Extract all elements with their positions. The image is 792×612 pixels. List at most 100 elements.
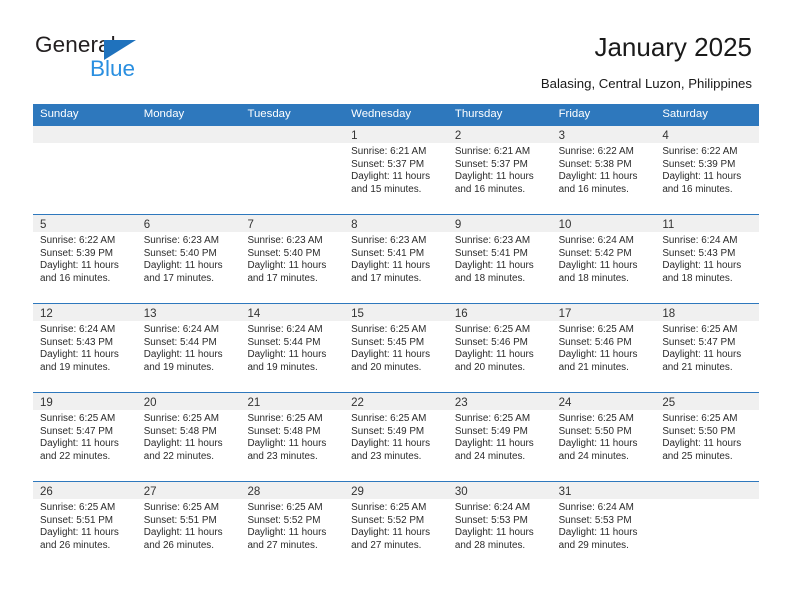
daylight-text-line1: Daylight: 11 hours bbox=[351, 527, 431, 539]
page-subtitle: Balasing, Central Luzon, Philippines bbox=[540, 76, 752, 91]
day-details: Sunrise: 6:25 AM Sunset: 5:47 PM Dayligh… bbox=[33, 410, 137, 463]
day-cell[interactable]: 18 Sunrise: 6:25 AM Sunset: 5:47 PM Dayl… bbox=[655, 304, 760, 392]
day-number: 16 bbox=[454, 308, 468, 320]
day-cell[interactable]: 27 Sunrise: 6:25 AM Sunset: 5:51 PM Dayl… bbox=[136, 482, 241, 570]
day-cell[interactable]: 21 Sunrise: 6:25 AM Sunset: 5:48 PM Dayl… bbox=[240, 393, 345, 481]
day-cell[interactable]: 12 Sunrise: 6:24 AM Sunset: 5:43 PM Dayl… bbox=[33, 304, 137, 392]
day-details: Sunrise: 6:22 AM Sunset: 5:38 PM Dayligh… bbox=[552, 143, 656, 196]
daylight-text-line1: Daylight: 11 hours bbox=[247, 527, 327, 539]
week-row: 5 Sunrise: 6:22 AM Sunset: 5:39 PM Dayli… bbox=[33, 214, 760, 303]
day-cell[interactable]: 30 Sunrise: 6:24 AM Sunset: 5:53 PM Dayl… bbox=[447, 482, 552, 570]
sunset-text: Sunset: 5:52 PM bbox=[247, 514, 321, 526]
daylight-text-line1: Daylight: 11 hours bbox=[247, 260, 327, 272]
sunset-text: Sunset: 5:40 PM bbox=[247, 247, 321, 259]
day-cell[interactable]: 10 Sunrise: 6:24 AM Sunset: 5:42 PM Dayl… bbox=[551, 215, 656, 303]
daylight-text-line2: and 18 minutes. bbox=[454, 272, 526, 284]
day-cell[interactable]: 5 Sunrise: 6:22 AM Sunset: 5:39 PM Dayli… bbox=[33, 215, 137, 303]
day-number: 21 bbox=[247, 397, 261, 409]
daylight-text-line1: Daylight: 11 hours bbox=[143, 438, 223, 450]
day-details: Sunrise: 6:25 AM Sunset: 5:52 PM Dayligh… bbox=[344, 499, 448, 552]
day-details: Sunrise: 6:23 AM Sunset: 5:40 PM Dayligh… bbox=[240, 232, 344, 285]
daylight-text-line1: Daylight: 11 hours bbox=[143, 527, 223, 539]
day-details: Sunrise: 6:24 AM Sunset: 5:53 PM Dayligh… bbox=[552, 499, 656, 552]
daylight-text-line1: Daylight: 11 hours bbox=[558, 171, 638, 183]
day-cell[interactable]: 13 Sunrise: 6:24 AM Sunset: 5:44 PM Dayl… bbox=[136, 304, 241, 392]
day-cell[interactable]: 25 Sunrise: 6:25 AM Sunset: 5:50 PM Dayl… bbox=[655, 393, 760, 481]
day-number: 7 bbox=[247, 219, 254, 231]
day-cell[interactable]: 22 Sunrise: 6:25 AM Sunset: 5:49 PM Dayl… bbox=[344, 393, 448, 481]
daylight-text-line2: and 21 minutes. bbox=[662, 361, 733, 373]
day-cell[interactable]: 1 Sunrise: 6:21 AM Sunset: 5:37 PM Dayli… bbox=[344, 126, 448, 214]
day-details: Sunrise: 6:25 AM Sunset: 5:48 PM Dayligh… bbox=[137, 410, 241, 463]
day-cell[interactable]: 26 Sunrise: 6:25 AM Sunset: 5:51 PM Dayl… bbox=[33, 482, 137, 570]
day-details: Sunrise: 6:24 AM Sunset: 5:44 PM Dayligh… bbox=[137, 321, 241, 374]
sunset-text: Sunset: 5:46 PM bbox=[558, 336, 632, 348]
day-cell[interactable]: 6 Sunrise: 6:23 AM Sunset: 5:40 PM Dayli… bbox=[136, 215, 241, 303]
day-cell[interactable]: 3 Sunrise: 6:22 AM Sunset: 5:38 PM Dayli… bbox=[551, 126, 656, 214]
day-number-strip: 23 bbox=[447, 393, 552, 410]
daylight-text-line2: and 24 minutes. bbox=[558, 450, 629, 462]
day-cell[interactable]: 9 Sunrise: 6:23 AM Sunset: 5:41 PM Dayli… bbox=[447, 215, 552, 303]
generalblue-logo[interactable]: General Blue bbox=[35, 32, 215, 82]
day-number: 10 bbox=[558, 219, 572, 231]
sunrise-text: Sunrise: 6:25 AM bbox=[454, 413, 531, 424]
day-details: Sunrise: 6:25 AM Sunset: 5:49 PM Dayligh… bbox=[448, 410, 552, 463]
day-number-strip: 28 bbox=[240, 482, 345, 499]
week-row: 19 Sunrise: 6:25 AM Sunset: 5:47 PM Dayl… bbox=[33, 392, 760, 481]
day-cell[interactable]: 11 Sunrise: 6:24 AM Sunset: 5:43 PM Dayl… bbox=[655, 215, 760, 303]
day-number: 18 bbox=[662, 308, 676, 320]
sunrise-text: Sunrise: 6:25 AM bbox=[662, 413, 738, 424]
week-row: 1 Sunrise: 6:21 AM Sunset: 5:37 PM Dayli… bbox=[33, 125, 760, 214]
daylight-text-line1: Daylight: 11 hours bbox=[351, 260, 431, 272]
day-cell[interactable]: 15 Sunrise: 6:25 AM Sunset: 5:45 PM Dayl… bbox=[344, 304, 448, 392]
day-cell[interactable]: 29 Sunrise: 6:25 AM Sunset: 5:52 PM Dayl… bbox=[344, 482, 448, 570]
sunrise-text: Sunrise: 6:24 AM bbox=[662, 235, 738, 246]
sunset-text: Sunset: 5:39 PM bbox=[662, 158, 736, 170]
day-cell[interactable]: 19 Sunrise: 6:25 AM Sunset: 5:47 PM Dayl… bbox=[33, 393, 137, 481]
day-cell[interactable]: 31 Sunrise: 6:24 AM Sunset: 5:53 PM Dayl… bbox=[551, 482, 656, 570]
day-number-strip: 26 bbox=[33, 482, 137, 499]
daylight-text-line2: and 27 minutes. bbox=[351, 539, 422, 551]
day-cell[interactable]: 4 Sunrise: 6:22 AM Sunset: 5:39 PM Dayli… bbox=[655, 126, 760, 214]
sunrise-text: Sunrise: 6:25 AM bbox=[558, 324, 634, 335]
day-details: Sunrise: 6:25 AM Sunset: 5:50 PM Dayligh… bbox=[655, 410, 759, 463]
day-cell[interactable] bbox=[240, 126, 345, 214]
weekday-header-monday: Monday bbox=[143, 108, 185, 120]
day-details: Sunrise: 6:22 AM Sunset: 5:39 PM Dayligh… bbox=[655, 143, 759, 196]
sunset-text: Sunset: 5:50 PM bbox=[558, 425, 632, 437]
day-cell[interactable]: 7 Sunrise: 6:23 AM Sunset: 5:40 PM Dayli… bbox=[240, 215, 345, 303]
day-cell[interactable] bbox=[655, 482, 760, 570]
day-cell[interactable]: 23 Sunrise: 6:25 AM Sunset: 5:49 PM Dayl… bbox=[447, 393, 552, 481]
day-cell[interactable]: 20 Sunrise: 6:25 AM Sunset: 5:48 PM Dayl… bbox=[136, 393, 241, 481]
day-number-strip: 3 bbox=[551, 126, 656, 143]
day-number-strip: 20 bbox=[136, 393, 241, 410]
sunset-text: Sunset: 5:41 PM bbox=[351, 247, 425, 259]
day-number-strip: 5 bbox=[33, 215, 137, 232]
daylight-text-line1: Daylight: 11 hours bbox=[454, 260, 534, 272]
day-number-strip: 27 bbox=[136, 482, 241, 499]
sunrise-text: Sunrise: 6:25 AM bbox=[351, 324, 427, 335]
sunset-text: Sunset: 5:51 PM bbox=[143, 514, 217, 526]
day-cell[interactable]: 2 Sunrise: 6:21 AM Sunset: 5:37 PM Dayli… bbox=[447, 126, 552, 214]
day-cell[interactable]: 28 Sunrise: 6:25 AM Sunset: 5:52 PM Dayl… bbox=[240, 482, 345, 570]
day-cell[interactable]: 16 Sunrise: 6:25 AM Sunset: 5:46 PM Dayl… bbox=[447, 304, 552, 392]
daylight-text-line1: Daylight: 11 hours bbox=[143, 349, 223, 361]
day-number: 15 bbox=[351, 308, 364, 320]
daylight-text-line2: and 23 minutes. bbox=[247, 450, 318, 462]
day-cell[interactable] bbox=[136, 126, 241, 214]
day-details: Sunrise: 6:21 AM Sunset: 5:37 PM Dayligh… bbox=[344, 143, 448, 196]
day-cell[interactable]: 24 Sunrise: 6:25 AM Sunset: 5:50 PM Dayl… bbox=[551, 393, 656, 481]
week-row: 12 Sunrise: 6:24 AM Sunset: 5:43 PM Dayl… bbox=[33, 303, 760, 392]
day-cell[interactable]: 8 Sunrise: 6:23 AM Sunset: 5:41 PM Dayli… bbox=[344, 215, 448, 303]
daylight-text-line2: and 19 minutes. bbox=[40, 361, 111, 373]
sunrise-text: Sunrise: 6:25 AM bbox=[454, 324, 531, 335]
sunset-text: Sunset: 5:38 PM bbox=[558, 158, 632, 170]
day-number-strip: 25 bbox=[655, 393, 760, 410]
day-details: Sunrise: 6:25 AM Sunset: 5:49 PM Dayligh… bbox=[344, 410, 448, 463]
day-details: Sunrise: 6:25 AM Sunset: 5:46 PM Dayligh… bbox=[448, 321, 552, 374]
day-cell[interactable]: 14 Sunrise: 6:24 AM Sunset: 5:44 PM Dayl… bbox=[240, 304, 345, 392]
day-cell[interactable] bbox=[33, 126, 137, 214]
day-details: Sunrise: 6:25 AM Sunset: 5:51 PM Dayligh… bbox=[33, 499, 137, 552]
logo-text-blue: Blue bbox=[90, 56, 136, 81]
day-cell[interactable]: 17 Sunrise: 6:25 AM Sunset: 5:46 PM Dayl… bbox=[551, 304, 656, 392]
